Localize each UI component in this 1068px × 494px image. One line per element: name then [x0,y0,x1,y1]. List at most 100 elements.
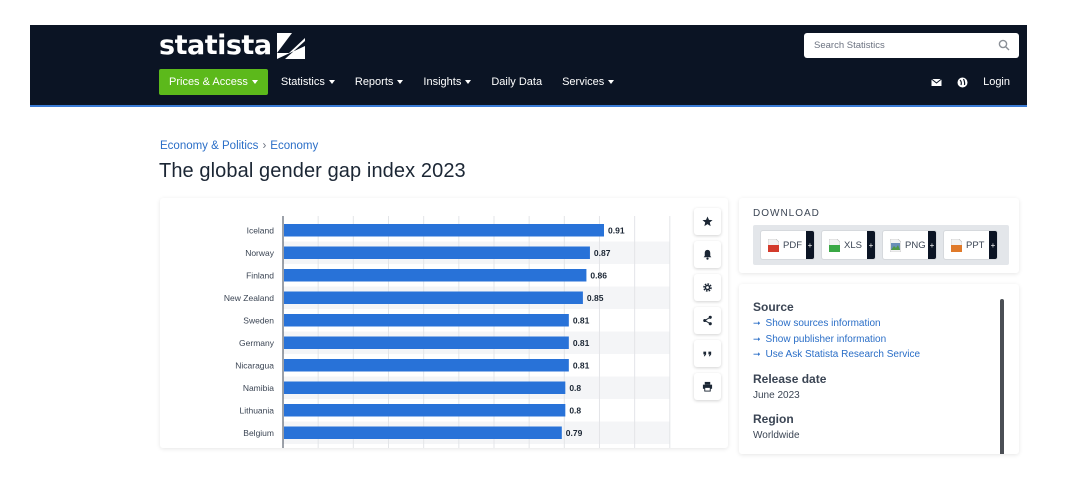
category-label: Germany [239,338,275,348]
bar[interactable] [284,404,566,417]
search-icon[interactable] [998,39,1010,51]
release-date-heading: Release date [753,372,827,386]
arrow-right-icon: ➞ [753,318,761,328]
notification-button[interactable] [694,241,721,268]
nav-right: Login [931,69,1010,95]
settings-button[interactable] [694,274,721,301]
value-label: 0.86 [590,270,607,280]
bell-icon [703,249,712,260]
download-card: DOWNLOAD PDF + XLS + PNG + PPT + [739,198,1019,273]
plus-icon: + [989,231,997,259]
chevron-down-icon [397,80,404,84]
printer-icon [702,381,713,392]
png-file-icon [890,238,901,252]
download-pdf-button[interactable]: PDF + [761,231,814,259]
download-buttons: PDF + XLS + PNG + PPT + [753,225,1009,265]
quote-icon [703,351,712,357]
region-heading: Region [753,412,794,426]
download-pdf-label: PDF [783,239,802,251]
nav-label: Reports [354,76,394,88]
category-label: Lithuania [239,405,274,415]
arrow-right-icon: ➞ [753,334,761,344]
download-xls-label: XLS [844,239,862,251]
star-icon [702,216,713,227]
bar[interactable] [284,246,590,260]
bar[interactable] [284,359,569,372]
favorite-button[interactable] [694,208,721,235]
mail-icon[interactable] [931,77,942,88]
print-button[interactable] [694,373,721,400]
release-date-value: June 2023 [753,390,800,401]
bar-chart: Iceland 0.91 Norway 0.87 Finland 0.86 New Zeal… [224,216,671,448]
download-ppt-button[interactable]: PPT + [944,231,997,259]
globe-icon[interactable] [957,77,968,88]
bar[interactable] [284,224,604,237]
bar[interactable] [284,269,587,282]
plus-icon: + [806,231,814,259]
nav-prices-access[interactable]: Prices & Access [159,69,268,95]
region-value: Worldwide [753,430,800,441]
page-title: The global gender gap index 2023 [159,160,466,182]
breadcrumb-economy-politics[interactable]: Economy & Politics [160,140,258,152]
show-sources-link[interactable]: ➞ Show sources information [753,318,881,329]
chevron-down-icon [328,80,335,84]
nav-label: Services [562,76,605,88]
download-xls-button[interactable]: XLS + [822,231,875,259]
download-png-label: PNG [905,239,926,251]
download-ppt-label: PPT [966,239,985,251]
ppt-file-icon [951,238,962,252]
bar[interactable] [284,381,566,395]
ask-statista-link[interactable]: ➞ Use Ask Statista Research Service [753,349,920,360]
info-scrollbar[interactable] [1000,299,1004,454]
category-label: Belgium [243,428,274,438]
link-label: Use Ask Statista Research Service [765,349,921,360]
nav-statistics[interactable]: Statistics [281,76,335,88]
nav-reports[interactable]: Reports [355,76,404,88]
main-nav: Prices & Access Statistics Reports Insig… [159,69,634,95]
breadcrumb: Economy & Politics › Economy [160,140,318,152]
logo-mark-icon [276,33,305,59]
breadcrumb-separator: › [262,140,267,152]
nav-label: Statistics [280,76,325,88]
arrow-right-icon: ➞ [753,349,761,359]
value-label: 0.87 [594,248,611,258]
link-label: Show sources information [765,318,881,329]
download-title: DOWNLOAD [753,208,820,219]
bar[interactable] [284,336,569,350]
category-label: Sweden [243,315,274,325]
nav-insights[interactable]: Insights [423,76,472,88]
chart-card: Iceland 0.91 Norway 0.87 Finland 0.86 New Zeal… [160,198,728,448]
nav-services[interactable]: Services [562,76,615,88]
statista-logo[interactable]: statista [159,32,305,60]
plus-icon: + [928,231,936,259]
login-link[interactable]: Login [983,76,1010,88]
breadcrumb-economy[interactable]: Economy [270,140,318,152]
search-input[interactable] [814,40,994,51]
cite-button[interactable] [694,340,721,367]
nav-daily-data[interactable]: Daily Data [491,76,542,88]
pdf-file-icon [768,238,779,252]
source-heading: Source [753,300,794,314]
logo-text: statista [159,30,272,61]
show-publisher-link[interactable]: ➞ Show publisher information [753,334,886,345]
bar[interactable] [284,291,583,305]
xls-file-icon [829,238,840,252]
chevron-down-icon [465,80,472,84]
search-box[interactable] [804,33,1019,58]
bar[interactable] [284,314,569,327]
category-label: Nicaragua [235,360,274,370]
category-label: Iceland [247,225,275,235]
value-label: 0.81 [573,315,590,325]
share-icon [703,315,712,326]
bar[interactable] [284,426,562,440]
nav-label: Prices & Access [169,76,248,88]
share-button[interactable] [694,307,721,334]
gear-icon [703,283,712,292]
chevron-down-icon [251,80,258,84]
value-label: 0.79 [566,428,583,438]
site-header: statista Prices & Access Statistics Repo… [30,25,1027,107]
download-png-button[interactable]: PNG + [883,231,936,259]
category-label: Finland [246,270,274,280]
category-label: Norway [245,248,275,258]
value-label: 0.81 [573,338,590,348]
